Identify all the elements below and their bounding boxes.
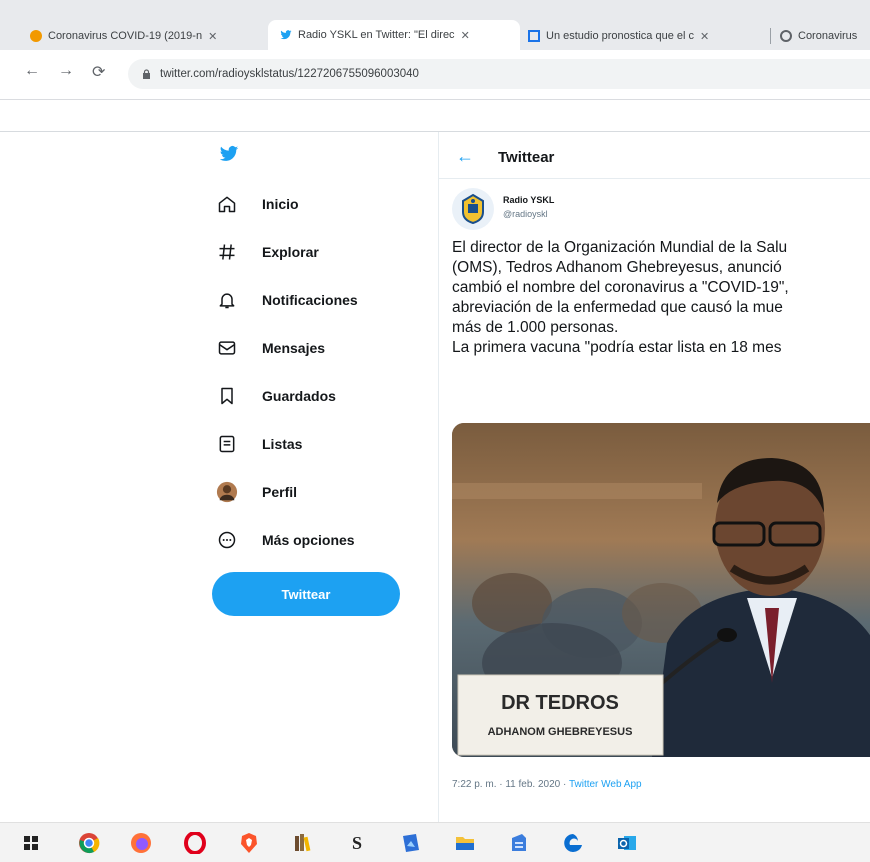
address-url: twitter.com/radioysklstatus/122720675509… bbox=[160, 68, 419, 80]
tweet-text: El director de la Organización Mundial d… bbox=[452, 238, 870, 358]
bell-icon bbox=[214, 287, 240, 313]
tab-title: Un estudio pronostica que el c bbox=[546, 30, 694, 42]
sidebar-item-label: Listas bbox=[262, 436, 303, 452]
more-options-icon bbox=[214, 527, 240, 553]
svg-text:S: S bbox=[352, 833, 362, 853]
tweet-text-line: abreviación de la enfermedad que causó l… bbox=[452, 299, 783, 316]
address-bar[interactable]: twitter.com/radioysklstatus/122720675509… bbox=[128, 59, 870, 89]
twitter-favicon-icon bbox=[280, 29, 292, 41]
library-icon[interactable] bbox=[292, 832, 314, 854]
envelope-icon bbox=[214, 335, 240, 361]
author-handle[interactable]: @radioyskl bbox=[503, 209, 548, 219]
photo-illustration: DR TEDROS ADHANOM GHEBREYESUS bbox=[452, 423, 870, 757]
windows-start-icon[interactable] bbox=[20, 832, 42, 854]
tab-separator bbox=[770, 28, 771, 44]
word-docs-icon[interactable] bbox=[508, 832, 530, 854]
news-favicon-icon bbox=[528, 30, 540, 42]
hashtag-icon bbox=[214, 239, 240, 265]
sidebar-item-mensajes[interactable]: Mensajes bbox=[214, 333, 325, 363]
radio-logo-icon bbox=[462, 193, 484, 225]
column-border bbox=[438, 132, 439, 822]
forward-button[interactable]: → bbox=[58, 62, 74, 80]
file-explorer-icon[interactable] bbox=[454, 832, 476, 854]
placard-line1: DR TEDROS bbox=[501, 692, 619, 714]
sidebar-item-label: Perfil bbox=[262, 484, 298, 500]
reload-button[interactable]: ⟳ bbox=[92, 62, 105, 82]
column-header-divider bbox=[438, 178, 870, 179]
sidebar-item-label: Notificaciones bbox=[262, 292, 358, 308]
list-icon bbox=[214, 431, 240, 457]
sidebar-item-label: Explorar bbox=[262, 244, 319, 260]
sidebar-item-explorar[interactable]: Explorar bbox=[214, 237, 319, 267]
coronavirus-favicon-icon bbox=[30, 30, 42, 42]
tweet-text-line: (OMS), Tedros Adhanom Ghebreyesus, anunc… bbox=[452, 259, 782, 276]
avatar-icon bbox=[214, 479, 240, 505]
sidebar-item-perfil[interactable]: Perfil bbox=[214, 477, 297, 507]
tweet-meta: 7:22 p. m. · 11 feb. 2020 · Twitter Web … bbox=[452, 779, 642, 790]
chrome-icon[interactable] bbox=[78, 832, 100, 854]
tab-title: Coronavirus COVID-19 (2019-n bbox=[48, 30, 203, 42]
sidebar-item-label: Mensajes bbox=[262, 340, 326, 356]
photos-icon[interactable] bbox=[400, 832, 422, 854]
sidebar-item-label: Inicio bbox=[262, 196, 299, 212]
tab-title: Coronavirus bbox=[798, 30, 858, 42]
tweet-text-line: cambió el nombre del coronavirus a "COVI… bbox=[452, 279, 789, 296]
tab-title: Radio YSKL en Twitter: "El direc bbox=[298, 29, 455, 41]
opera-icon[interactable] bbox=[184, 832, 206, 854]
close-tab-icon[interactable]: ✕ bbox=[700, 30, 709, 43]
sidebar-item-guardados[interactable]: Guardados bbox=[214, 381, 336, 411]
windows-taskbar: S bbox=[0, 822, 870, 862]
sidebar-item-label: Más opciones bbox=[262, 532, 355, 548]
page-title: Twittear bbox=[498, 149, 555, 166]
browser-toolbar: ← → ⟳ twitter.com/radioysklstatus/122720… bbox=[0, 50, 870, 100]
tweet-source-app[interactable]: Twitter Web App bbox=[569, 779, 642, 790]
tweet-time[interactable]: 7:22 p. m. · 11 feb. 2020 · bbox=[452, 779, 569, 790]
outlook-icon[interactable] bbox=[616, 832, 638, 854]
twitter-bird-icon[interactable] bbox=[218, 144, 240, 164]
browser-tab-active[interactable]: Radio YSKL en Twitter: "El direc ✕ bbox=[268, 20, 520, 50]
placard-line2: ADHANOM GHEBREYESUS bbox=[488, 726, 633, 738]
back-arrow-icon[interactable]: ← bbox=[456, 146, 474, 167]
sidebar-item-inicio[interactable]: Inicio bbox=[214, 189, 299, 219]
browser-tab[interactable]: Coronavirus COVID-19 (2019-n ✕ bbox=[30, 22, 262, 50]
browser-tab[interactable]: Coronavirus bbox=[780, 22, 870, 50]
page-divider bbox=[0, 131, 870, 132]
author-avatar[interactable] bbox=[452, 188, 494, 230]
tweet-photo[interactable]: DR TEDROS ADHANOM GHEBREYESUS bbox=[452, 423, 870, 757]
bookmark-icon bbox=[214, 383, 240, 409]
tweet-text-line: El director de la Organización Mundial d… bbox=[452, 239, 788, 256]
firefox-icon[interactable] bbox=[130, 832, 152, 854]
sidebar-item-listas[interactable]: Listas bbox=[214, 429, 302, 459]
browser-tab[interactable]: Un estudio pronostica que el c ✕ bbox=[528, 22, 762, 50]
close-tab-icon[interactable]: ✕ bbox=[461, 29, 470, 42]
tweet-button[interactable]: Twittear bbox=[212, 572, 400, 616]
tweet-text-line: más de 1.000 personas. bbox=[452, 319, 619, 336]
tweet-text-line: La primera vacuna "podría estar lista en… bbox=[452, 339, 782, 356]
sidebar-item-mas-opciones[interactable]: Más opciones bbox=[214, 525, 355, 555]
sidebar-item-notificaciones[interactable]: Notificaciones bbox=[214, 285, 358, 315]
globe-favicon-icon bbox=[780, 30, 792, 42]
close-tab-icon[interactable]: ✕ bbox=[208, 30, 217, 43]
screen: Coronavirus COVID-19 (2019-n ✕ Radio YSK… bbox=[0, 0, 870, 862]
home-icon bbox=[214, 191, 240, 217]
sidebar-item-label: Guardados bbox=[262, 388, 336, 404]
author-name[interactable]: Radio YSKL bbox=[503, 195, 554, 205]
skype-icon[interactable]: S bbox=[346, 832, 368, 854]
brave-icon[interactable] bbox=[238, 832, 260, 854]
back-button[interactable]: ← bbox=[24, 62, 40, 80]
edge-icon[interactable] bbox=[562, 832, 584, 854]
lock-icon bbox=[143, 69, 150, 79]
